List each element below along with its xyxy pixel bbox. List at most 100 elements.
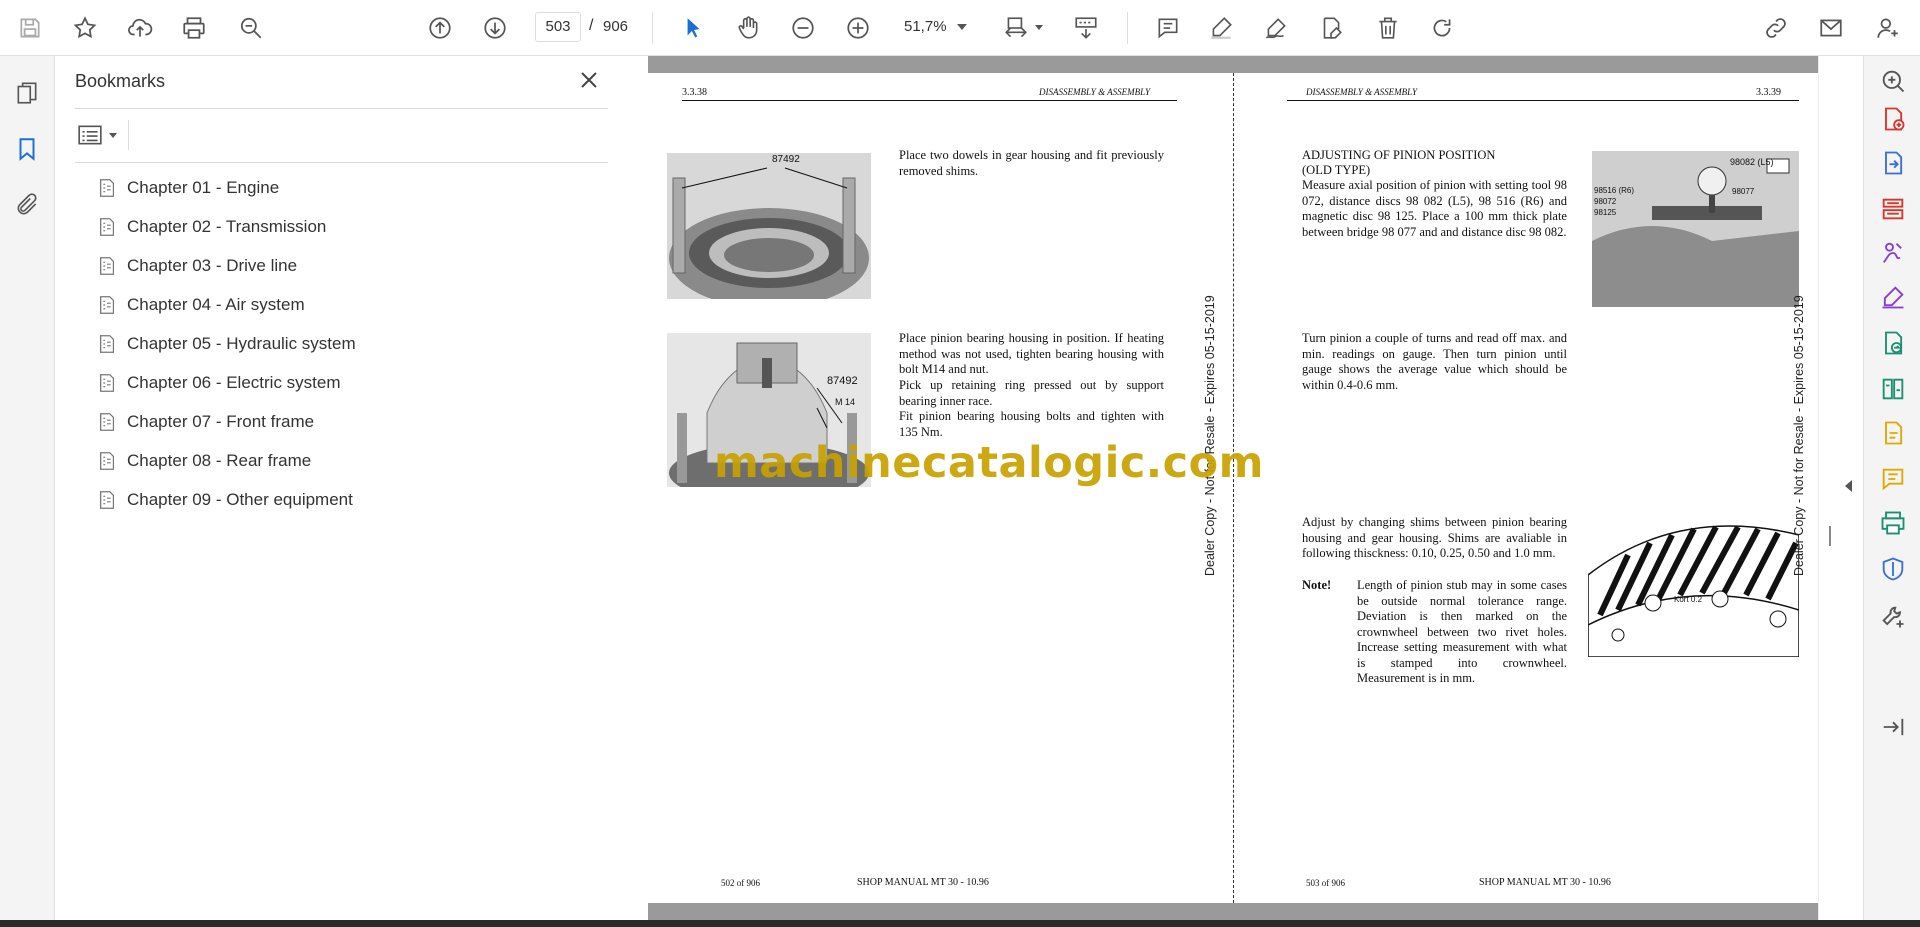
bookmark-item[interactable]: Chapter 02 - Transmission: [96, 207, 356, 246]
bookmark-page-icon: [99, 178, 115, 197]
toolbar-divider: [652, 12, 653, 44]
send-for-review-icon[interactable]: [1878, 328, 1908, 358]
bookmark-item[interactable]: Chapter 03 - Drive line: [96, 246, 356, 285]
page-gap-bottom: [648, 903, 1818, 920]
page-number: 3.3.39: [1756, 87, 1781, 98]
bookmark-item[interactable]: Chapter 06 - Electric system: [96, 363, 356, 402]
note-label: Note!: [1302, 578, 1332, 592]
bookmark-page-icon: [99, 334, 115, 353]
bookmark-list: Chapter 01 - Engine Chapter 02 - Transmis…: [96, 168, 356, 519]
bookmark-item[interactable]: Chapter 08 - Rear frame: [96, 441, 356, 480]
gear-housing-photo: 87492: [667, 153, 871, 299]
upload-icon[interactable]: [122, 10, 158, 46]
page-footer-title: SHOP MANUAL MT 30 - 10.96: [1479, 877, 1611, 888]
bookmark-label: Chapter 05 - Hydraulic system: [127, 333, 356, 353]
bookmark-label: Chapter 03 - Drive line: [127, 255, 298, 275]
tools-rail: [1863, 56, 1920, 927]
bookmark-item[interactable]: Chapter 07 - Front frame: [96, 402, 356, 441]
hand-icon[interactable]: [730, 10, 766, 46]
bookmark-label: Chapter 04 - Air system: [127, 294, 305, 314]
fill-sign-tool-icon[interactable]: [1878, 282, 1908, 312]
bookmark-page-icon: [99, 217, 115, 236]
header-rule: [1287, 100, 1799, 101]
print-icon[interactable]: [176, 10, 212, 46]
sign-icon[interactable]: [1878, 238, 1908, 268]
find-icon[interactable]: [233, 10, 269, 46]
comment-icon[interactable]: [1150, 10, 1186, 46]
zoom-out-icon[interactable]: [785, 10, 821, 46]
taskbar-edge: [0, 920, 1920, 927]
bookmark-page-icon: [99, 412, 115, 431]
save-icon[interactable]: [12, 10, 48, 46]
bookmark-page-icon: [99, 373, 115, 392]
instruction-paragraph: Pick up retaining ring pressed out by su…: [899, 378, 1164, 408]
page-fit-icon[interactable]: [998, 10, 1034, 46]
bookmark-item[interactable]: Chapter 01 - Engine: [96, 168, 356, 207]
bookmark-item[interactable]: Chapter 04 - Air system: [96, 285, 356, 324]
export-pdf-icon[interactable]: [1878, 148, 1908, 178]
crownwheel-drawing: Kort 0.2: [1588, 515, 1799, 657]
organize-pages-icon[interactable]: [1878, 194, 1908, 224]
zoom-tool-icon[interactable]: [1878, 66, 1908, 96]
page-total: 906: [603, 18, 629, 35]
rotate-icon[interactable]: [1424, 10, 1460, 46]
main-toolbar: 503 / 906 51,7%: [0, 0, 1920, 56]
chevron-down-icon: [109, 132, 117, 138]
tool-label: 98072: [1594, 197, 1617, 206]
highlight-icon[interactable]: [1203, 10, 1239, 46]
pages-icon[interactable]: [12, 78, 42, 108]
bookmark-label: Chapter 08 - Rear frame: [127, 450, 312, 470]
expand-panel-icon[interactable]: [1878, 712, 1908, 742]
vertical-scrollbar[interactable]: [1818, 56, 1863, 927]
scrollbar-thumb[interactable]: [1829, 526, 1831, 546]
compare-icon[interactable]: [1878, 374, 1908, 404]
share-link-icon[interactable]: [1758, 10, 1794, 46]
watermark-text: machinecatalogic.com: [714, 438, 1264, 488]
scroll-mode-icon[interactable]: [1068, 10, 1104, 46]
bookmark-options-button[interactable]: [77, 120, 123, 150]
page-down-icon[interactable]: [477, 10, 513, 46]
protect-icon[interactable]: [1878, 554, 1908, 584]
create-pdf-icon[interactable]: [1878, 104, 1908, 134]
bookmark-star-icon[interactable]: [67, 10, 103, 46]
select-arrow-icon[interactable]: [675, 10, 711, 46]
bookmark-item[interactable]: Chapter 05 - Hydraulic system: [96, 324, 356, 363]
print-production-icon[interactable]: [1878, 508, 1908, 538]
tool-label: 98516 (R6): [1594, 186, 1635, 195]
fill-sign-icon[interactable]: [1313, 10, 1349, 46]
page-separator: /: [589, 17, 594, 34]
header-rule: [682, 100, 1177, 101]
bookmark-item[interactable]: Chapter 09 - Other equipment: [96, 480, 356, 519]
zoom-in-icon[interactable]: [840, 10, 876, 46]
page-number-input[interactable]: 503: [535, 12, 581, 42]
section-heading: ADJUSTING OF PINION POSITION: [1302, 148, 1496, 162]
chevron-down-icon[interactable]: [957, 24, 967, 30]
section-header: DISASSEMBLY & ASSEMBLY: [1306, 87, 1417, 97]
delete-icon[interactable]: [1370, 10, 1406, 46]
attachments-icon[interactable]: [12, 190, 42, 220]
email-icon[interactable]: [1813, 10, 1849, 46]
comment-tool-icon[interactable]: [1878, 464, 1908, 494]
bolt-size-label: M 14: [835, 397, 856, 407]
tool-label: 98077: [1732, 187, 1755, 196]
left-page: 3.3.38 DISASSEMBLY & ASSEMBLY 87492 Plac…: [648, 73, 1235, 903]
bookmark-label: Chapter 07 - Front frame: [127, 411, 315, 431]
toolbar-divider: [1127, 12, 1128, 44]
page-up-icon[interactable]: [422, 10, 458, 46]
more-tools-icon[interactable]: [1878, 602, 1908, 632]
page-footer-number: 502 of 906: [721, 878, 760, 888]
bookmarks-icon[interactable]: [12, 134, 42, 164]
collapse-right-panel-icon[interactable]: [1845, 480, 1852, 492]
chevron-down-icon[interactable]: [1035, 25, 1043, 30]
bookmark-page-icon: [99, 451, 115, 470]
edit-pdf-icon[interactable]: [1878, 418, 1908, 448]
bookmark-page-icon: [99, 490, 115, 509]
account-icon[interactable]: [1870, 10, 1906, 46]
dealer-copy-stamp: Dealer Copy - Not for Resale - Expires 0…: [1203, 295, 1217, 576]
draw-icon[interactable]: [1258, 10, 1294, 46]
page-divider: [1233, 73, 1234, 903]
divider: [75, 108, 608, 109]
bookmark-label: Chapter 01 - Engine: [127, 177, 280, 197]
close-icon[interactable]: [577, 68, 601, 92]
dealer-copy-stamp: Dealer Copy - Not for Resale - Expires 0…: [1792, 295, 1806, 576]
